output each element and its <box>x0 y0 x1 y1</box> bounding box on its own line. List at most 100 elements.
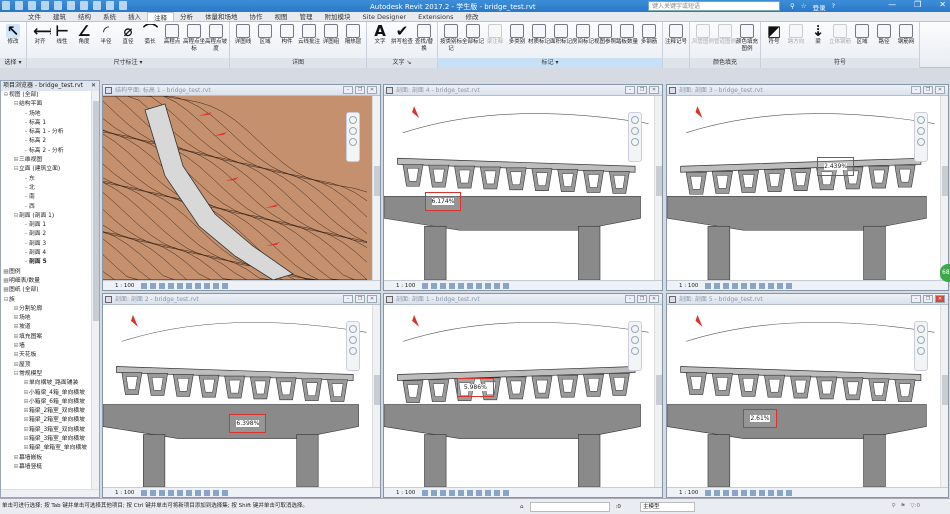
restore-view-button[interactable]: ❐ <box>355 295 365 303</box>
tab-9[interactable]: 视图 <box>269 12 294 21</box>
close-view-button[interactable]: ✕ <box>649 86 659 94</box>
tool-button[interactable]: 高程点坡度 <box>205 24 227 53</box>
tool-button[interactable]: ⌒ 弧长 <box>139 24 161 46</box>
panel-label[interactable]: 尺寸标注 ▾ <box>27 58 229 68</box>
tree-item[interactable]: – 北 <box>1 184 91 193</box>
tab-11[interactable]: 附加模块 <box>319 12 357 21</box>
view-control-icons[interactable] <box>141 488 229 497</box>
help-button[interactable]: ? <box>832 2 835 12</box>
tree-item[interactable]: – 剖面 3 <box>1 240 91 249</box>
tool-button[interactable]: 多钢筋 <box>638 24 660 46</box>
tab-10[interactable]: 管理 <box>294 12 319 21</box>
view-window-0[interactable]: 结构平面: 标高 1 - bridge_test.rvt – ❐ ✕ 1 : 100 <box>102 84 381 291</box>
close-view-button[interactable]: ✕ <box>649 295 659 303</box>
view-scrollbar[interactable] <box>372 96 380 280</box>
view-scale[interactable]: 1 : 100 <box>115 281 134 290</box>
tool-button[interactable]: ∠ 角度 <box>73 24 95 46</box>
tree-item[interactable]: ⊞填充图案 <box>1 333 91 342</box>
slope-annotation[interactable]: 2.61% <box>743 408 777 428</box>
close-view-button[interactable]: ✕ <box>367 295 377 303</box>
view-control-icons[interactable] <box>422 281 510 290</box>
view-scrollbar[interactable] <box>940 96 948 280</box>
view-control-icons[interactable] <box>705 281 793 290</box>
tool-button[interactable]: 构件 <box>276 24 298 46</box>
tool-button[interactable]: 多类别 <box>506 24 528 46</box>
tab-5[interactable]: 注释 <box>147 12 174 21</box>
panel-label[interactable]: 详图 <box>230 58 366 68</box>
tab-1[interactable]: 建筑 <box>47 12 72 21</box>
view-scrollbar[interactable] <box>940 305 948 487</box>
tree-item[interactable]: ⊞场地 <box>1 314 91 323</box>
view-title-bar[interactable]: 剖面: 剖面 2 - bridge_test.rvt – ❐ ✕ <box>103 294 380 305</box>
tool-button[interactable]: 跨方向 <box>785 24 807 46</box>
tool-button[interactable]: 高程点 <box>161 24 183 46</box>
tree-item[interactable]: ▦明细表/数量 <box>1 277 91 286</box>
view-title-bar[interactable]: 剖面: 剖面 5 - bridge_test.rvt – ❐ ✕ <box>667 294 948 305</box>
panel-label[interactable]: 符号 <box>761 58 919 68</box>
view-control-icons[interactable] <box>141 281 229 290</box>
view-canvas[interactable]: 2.439% <box>667 96 940 280</box>
tree-item[interactable]: – 剖面 5 <box>1 258 91 267</box>
view-title-bar[interactable]: 剖面: 剖面 4 - bridge_test.rvt – ❐ ✕ <box>384 85 662 96</box>
tool-button[interactable]: 全部标记 <box>462 24 484 46</box>
view-canvas[interactable]: 6.398% <box>103 305 372 487</box>
tree-item[interactable]: ⊟立面 (建筑立面) <box>1 165 91 174</box>
tree-item[interactable]: ⊞箱梁_3箱室_双向横坡 <box>1 426 91 435</box>
view-title-bar[interactable]: 剖面: 剖面 1 - bridge_test.rvt – ❐ ✕ <box>384 294 662 305</box>
minimize-view-button[interactable]: – <box>911 295 921 303</box>
view-window-1[interactable]: 剖面: 剖面 4 - bridge_test.rvt – ❐ ✕ 6.174% 1 :… <box>383 84 663 291</box>
plugin-badge[interactable]: 68 <box>940 264 950 282</box>
tree-item[interactable]: ⊞小箱梁_6箱_单向横坡 <box>1 398 91 407</box>
close-button[interactable]: ✕ <box>939 0 946 9</box>
tree-item[interactable]: ⊞坡道 <box>1 323 91 332</box>
minimize-view-button[interactable]: – <box>343 295 353 303</box>
navigation-bar[interactable] <box>346 321 360 371</box>
tree-item[interactable]: – 标高 1 - 分析 <box>1 128 91 137</box>
panel-label[interactable]: 文字 ↘ <box>367 58 437 68</box>
minimize-view-button[interactable]: – <box>343 86 353 94</box>
tool-button[interactable]: A 文字 <box>369 24 391 46</box>
tree-item[interactable]: ⊞箱梁_单箱室_单向横坡 <box>1 444 91 453</box>
browser-h-scrollbar[interactable] <box>1 489 99 497</box>
view-scale[interactable]: 1 : 100 <box>396 488 415 497</box>
tool-button[interactable]: 管道图例 <box>714 24 736 46</box>
tool-button[interactable]: 颜色填充图例 <box>736 24 758 53</box>
tree-item[interactable]: ⊞箱梁_2箱室_双向横坡 <box>1 407 91 416</box>
view-window-4[interactable]: 剖面: 剖面 1 - bridge_test.rvt – ❐ ✕ 5.986% 1 :… <box>383 293 663 498</box>
tool-button[interactable]: ⊢ 线性 <box>51 24 73 46</box>
view-scale[interactable]: 1 : 100 <box>396 281 415 290</box>
view-window-3[interactable]: 剖面: 剖面 2 - bridge_test.rvt – ❐ ✕ 6.398% 1 :… <box>102 293 381 498</box>
view-title-bar[interactable]: 剖面: 剖面 3 - bridge_test.rvt – ❐ ✕ <box>667 85 948 96</box>
tool-button[interactable]: 梁注释 <box>484 24 506 46</box>
view-scrollbar[interactable] <box>372 305 380 487</box>
tool-button[interactable]: 房间标记 <box>572 24 594 46</box>
view-canvas[interactable]: 6.174% <box>384 96 654 280</box>
tree-item[interactable]: ⊞三维视图 <box>1 156 91 165</box>
tree-item[interactable]: ⊞幕墙竖梃 <box>1 463 91 472</box>
tree-item[interactable]: ⊟族 <box>1 296 91 305</box>
workset-field[interactable] <box>529 502 610 512</box>
close-view-button[interactable]: ✕ <box>935 86 945 94</box>
panel-label[interactable]: 标记 ▾ <box>438 58 662 68</box>
tool-button[interactable]: 详图线 <box>232 24 254 46</box>
browser-scrollbar[interactable] <box>91 91 99 489</box>
slope-annotation[interactable]: 6.174% <box>424 191 462 211</box>
tab-14[interactable]: 修改 <box>459 12 484 21</box>
tab-4[interactable]: 插入 <box>122 12 147 21</box>
tool-button[interactable]: 视图参照 <box>594 24 616 46</box>
tree-item[interactable]: – 剖面 2 <box>1 230 91 239</box>
restore-view-button[interactable]: ❐ <box>637 295 647 303</box>
tree-item[interactable]: ⊞箱梁_2箱室_单向横坡 <box>1 416 91 425</box>
tool-button[interactable]: ↖ 修改 <box>2 24 24 46</box>
view-scrollbar[interactable] <box>654 305 662 487</box>
tree-item[interactable]: – 场地 <box>1 110 91 119</box>
navigation-bar[interactable] <box>914 112 928 162</box>
tool-button[interactable]: ◜ 半径 <box>95 24 117 46</box>
tool-button[interactable]: ◩ 符号 <box>763 24 785 46</box>
view-scrollbar[interactable] <box>654 96 662 280</box>
tree-item[interactable]: ⊞墙 <box>1 342 91 351</box>
view-window-2[interactable]: 剖面: 剖面 3 - bridge_test.rvt – ❐ ✕ 2.439% 1 :… <box>666 84 949 291</box>
tool-button[interactable]: 路径 <box>873 24 895 46</box>
tree-item[interactable]: ⊟剖面 (剖面 1) <box>1 212 91 221</box>
tool-button[interactable]: 高程点坐标 <box>183 24 205 53</box>
